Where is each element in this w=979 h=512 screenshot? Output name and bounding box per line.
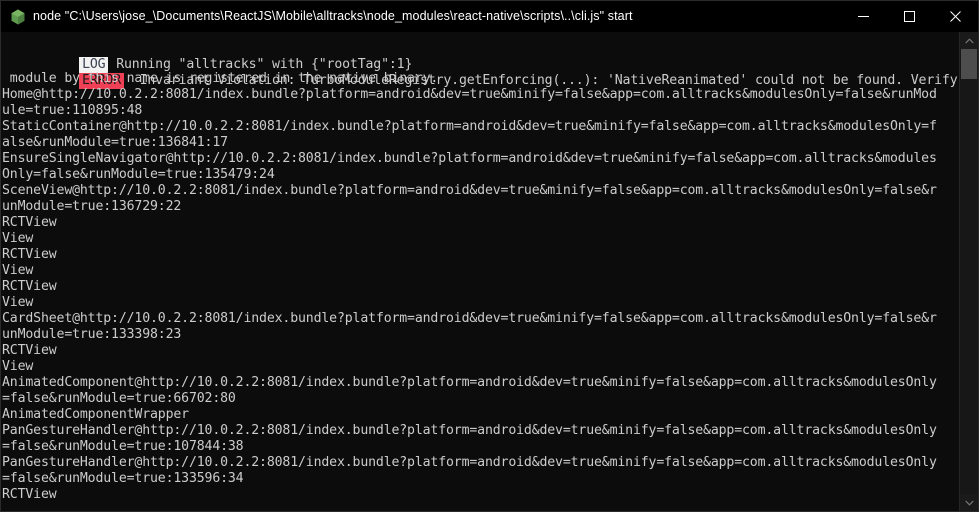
console-line: View (2, 359, 34, 374)
console-line: =false&runModule=true:66702:80 (2, 391, 236, 406)
console-line: RCTView (2, 343, 57, 358)
scrollbar-track[interactable] (960, 49, 978, 494)
scrollbar-thumb[interactable] (961, 49, 977, 79)
window-title: node "C:\Users\jose_\Documents\ReactJS\M… (33, 9, 633, 23)
console-line: =false&runModule=true:107844:38 (2, 439, 244, 454)
window-controls (840, 1, 978, 32)
console-line: PanGestureHandler@http://10.0.2.2:8081/i… (2, 455, 937, 470)
console-line: View (2, 263, 34, 278)
vertical-scrollbar[interactable] (959, 32, 978, 511)
console-line: =false&runModule=true:133596:34 (2, 471, 244, 486)
stack-trace: module by this name is registered in the… (2, 71, 959, 503)
console-line: Only=false&runModule=true:135479:24 (2, 167, 275, 182)
console-line: unModule=true:133398:23 (2, 327, 182, 342)
chevron-down-icon (964, 500, 974, 506)
console-line: Home@http://10.0.2.2:8081/index.bundle?p… (2, 87, 937, 102)
console-line: View (2, 231, 34, 246)
scroll-down-button[interactable] (960, 494, 978, 511)
log-message: Running "alltracks" with {"rootTag":1} (108, 57, 413, 72)
minimize-icon (857, 16, 869, 17)
console-line: AnimatedComponent@http://10.0.2.2:8081/i… (2, 375, 937, 390)
title-bar[interactable]: node "C:\Users\jose_\Documents\ReactJS\M… (1, 1, 978, 32)
chevron-up-icon (964, 37, 974, 43)
console-line: View (2, 295, 34, 310)
close-button[interactable] (932, 1, 978, 32)
console-line: StaticContainer@http://10.0.2.2:8081/ind… (2, 119, 937, 134)
console-line: AnimatedComponentWrapper (2, 407, 189, 422)
console-line: PanGestureHandler@http://10.0.2.2:8081/i… (2, 423, 937, 438)
console-area: LOG Running "alltracks" with {"rootTag":… (1, 32, 978, 511)
console-line: SceneView@http://10.0.2.2:8081/index.bun… (2, 183, 937, 198)
minimize-button[interactable] (840, 1, 886, 32)
console-line: alse&runModule=true:136841:17 (2, 135, 228, 150)
console-line: RCTView (2, 279, 57, 294)
console-log-line: LOG Running "alltracks" with {"rootTag":… (2, 39, 959, 73)
console-line: RCTView (2, 247, 57, 262)
maximize-icon (903, 11, 915, 22)
scroll-up-button[interactable] (960, 32, 978, 49)
console-line: CardSheet@http://10.0.2.2:8081/index.bun… (2, 311, 937, 326)
console-output[interactable]: LOG Running "alltracks" with {"rootTag":… (1, 32, 959, 511)
terminal-window: node "C:\Users\jose_\Documents\ReactJS\M… (0, 0, 979, 512)
console-line: unModule=true:136729:22 (2, 199, 182, 214)
close-icon (949, 11, 961, 22)
nodejs-hexagon-icon (11, 8, 25, 25)
maximize-button[interactable] (886, 1, 932, 32)
console-line: RCTView (2, 487, 57, 502)
console-line: ule=true:110895:48 (2, 103, 143, 118)
console-line: EnsureSingleNavigator@http://10.0.2.2:80… (2, 151, 937, 166)
console-line: RCTView (2, 215, 57, 230)
